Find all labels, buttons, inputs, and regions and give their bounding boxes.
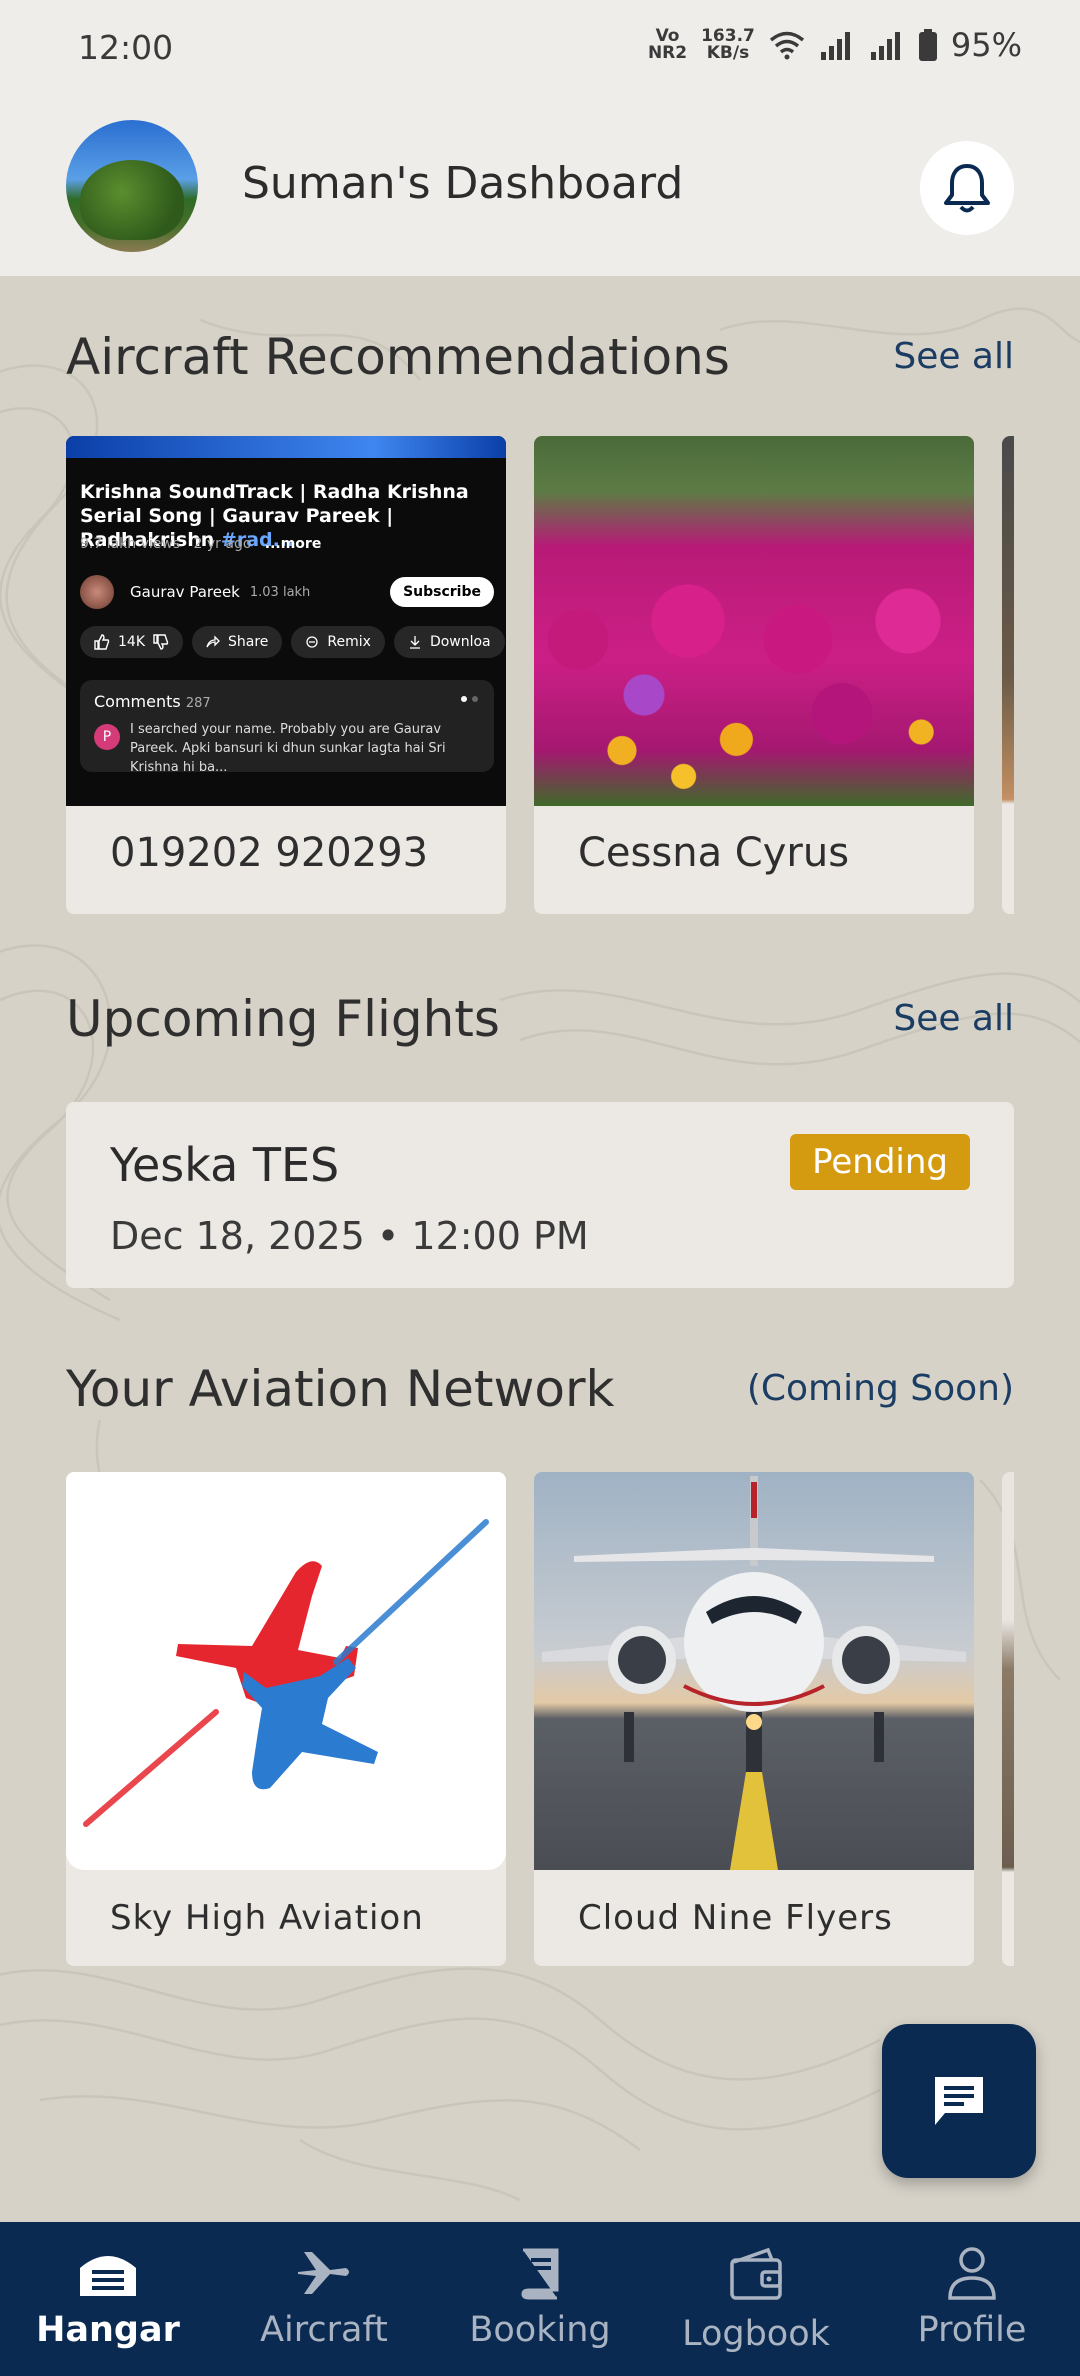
- subscribe-badge: Subscribe: [390, 577, 494, 607]
- aircraft-card-peek[interactable]: [1002, 436, 1014, 914]
- flight-name: Yeska TES: [110, 1138, 340, 1192]
- book-icon: [521, 2248, 559, 2300]
- remix-label: Remix: [327, 634, 371, 650]
- flight-card[interactable]: Yeska TES Dec 18, 2025 • 12:00 PM Pendin…: [66, 1102, 1014, 1288]
- aircraft-card[interactable]: Krishna SoundTrack | Radha Krishna Seria…: [66, 436, 506, 914]
- aircraft-card[interactable]: Cessna Cyrus: [534, 436, 974, 914]
- status-badge: Pending: [790, 1134, 970, 1190]
- likes-count: 14K: [118, 634, 145, 650]
- bell-icon: [944, 164, 990, 213]
- aircraft-thumbnail: Krishna SoundTrack | Radha Krishna Seria…: [66, 436, 506, 806]
- network-card-label: Cloud Nine Flyers: [578, 1898, 893, 1938]
- see-all-aircraft-link[interactable]: See all: [893, 336, 1014, 377]
- network-photo: [534, 1472, 974, 1870]
- thumbs-down-icon: [153, 634, 169, 650]
- channel-name: Gaurav Pareek: [130, 583, 240, 601]
- video-views: 9.7 lakh views: [80, 536, 181, 552]
- battery-percent: 95%: [950, 26, 1022, 64]
- nav-item-logbook[interactable]: Logbook: [648, 2222, 864, 2376]
- thumbnail-top-band: [66, 436, 506, 458]
- person-icon: [948, 2247, 996, 2300]
- likes-pill: 14K: [80, 626, 183, 658]
- share-label: Share: [228, 634, 269, 650]
- network-card[interactable]: Cloud Nine Flyers: [534, 1472, 974, 1966]
- app-header: Suman's Dashboard: [0, 100, 1080, 276]
- section-title-aviation-network: Your Aviation Network: [66, 1360, 615, 1418]
- avatar[interactable]: [66, 120, 198, 252]
- airplanes-logo-icon: [83, 1519, 489, 1827]
- share-icon: [206, 635, 220, 648]
- plane-icon: [298, 2252, 349, 2294]
- aircraft-card-label: 019202 920293: [110, 830, 429, 876]
- nav-label: Hangar: [36, 2310, 180, 2350]
- download-icon: [409, 636, 420, 649]
- coming-soon-note: (Coming Soon): [746, 1368, 1014, 1409]
- section-title-upcoming-flights: Upcoming Flights: [66, 990, 500, 1048]
- status-time: 12:00: [78, 28, 174, 67]
- wallet-icon: [730, 2247, 782, 2300]
- hangar-icon: [80, 2256, 136, 2296]
- status-icons: Vo NR2 163.7 KB/s 95%: [648, 26, 1022, 64]
- share-pill: Share: [192, 626, 283, 658]
- network-card[interactable]: Sky High Aviation: [66, 1472, 506, 1966]
- download-label: Downloa: [429, 634, 491, 650]
- comments-pager-dots: [461, 696, 478, 702]
- see-all-flights-link[interactable]: See all: [893, 998, 1014, 1039]
- jet-icon: [542, 1476, 966, 1870]
- signal-icon-2: [870, 32, 900, 60]
- remix-icon: [306, 636, 319, 648]
- nav-item-hangar[interactable]: Hangar: [0, 2222, 216, 2376]
- section-title-aircraft-recommendations: Aircraft Recommendations: [66, 328, 730, 386]
- nav-item-booking[interactable]: Booking: [432, 2222, 648, 2376]
- thumbs-up-icon: [94, 634, 110, 650]
- comment-text: I searched your name. Probably you are G…: [130, 722, 446, 775]
- nav-label: Profile: [917, 2310, 1027, 2350]
- video-channel-row: Gaurav Pareek 1.03 lakh Subscribe: [80, 574, 494, 610]
- comments-label: Comments: [94, 692, 181, 711]
- channel-avatar: [80, 575, 114, 609]
- comments-header: Comments 287: [94, 692, 211, 711]
- bottom-navigation: Hangar Aircraft Booking Logbook Profile: [0, 2222, 1080, 2376]
- video-meta: 9.7 lakh views 2 yr ago ...more: [80, 536, 321, 552]
- network-card-peek[interactable]: [1002, 1472, 1014, 1966]
- notifications-button[interactable]: [920, 141, 1014, 235]
- aircraft-card-label: Cessna Cyrus: [578, 830, 850, 876]
- battery-icon: [918, 29, 937, 61]
- chat-fab-button[interactable]: [882, 2024, 1036, 2178]
- wifi-icon: [769, 31, 804, 60]
- video-actions: 14K Share Remix Downloa: [80, 626, 505, 658]
- nav-label: Aircraft: [260, 2310, 388, 2350]
- avatar-photo: [80, 160, 184, 240]
- nav-item-profile[interactable]: Profile: [864, 2222, 1080, 2376]
- network-logo: [66, 1472, 506, 1870]
- chat-icon: [935, 2077, 983, 2125]
- nav-item-aircraft[interactable]: Aircraft: [216, 2222, 432, 2376]
- flight-datetime: Dec 18, 2025 • 12:00 PM: [110, 1214, 589, 1258]
- network-type: Vo NR2: [648, 28, 687, 62]
- aircraft-thumbnail: [534, 436, 974, 806]
- network-type-bottom: NR2: [647, 43, 688, 63]
- remix-pill: Remix: [291, 626, 385, 658]
- comments-count: 287: [185, 696, 211, 711]
- data-speed: 163.7 KB/s: [701, 28, 755, 62]
- page-title: Suman's Dashboard: [242, 158, 684, 209]
- status-bar: 12:00 Vo NR2 163.7 KB/s 95%: [0, 0, 1080, 100]
- nav-label: Booking: [469, 2310, 611, 2350]
- speed-unit: KB/s: [706, 43, 750, 63]
- commenter-avatar: P: [94, 724, 120, 750]
- video-more: ...more: [264, 536, 322, 552]
- nav-label: Logbook: [682, 2314, 830, 2354]
- video-comments-box: Comments 287 P I searched your name. Pro…: [80, 680, 494, 775]
- network-card-label: Sky High Aviation: [110, 1898, 424, 1938]
- video-age: 2 yr ago: [193, 536, 252, 552]
- download-pill: Downloa: [393, 626, 505, 658]
- channel-subscribers: 1.03 lakh: [249, 584, 311, 600]
- signal-icon: [820, 32, 850, 60]
